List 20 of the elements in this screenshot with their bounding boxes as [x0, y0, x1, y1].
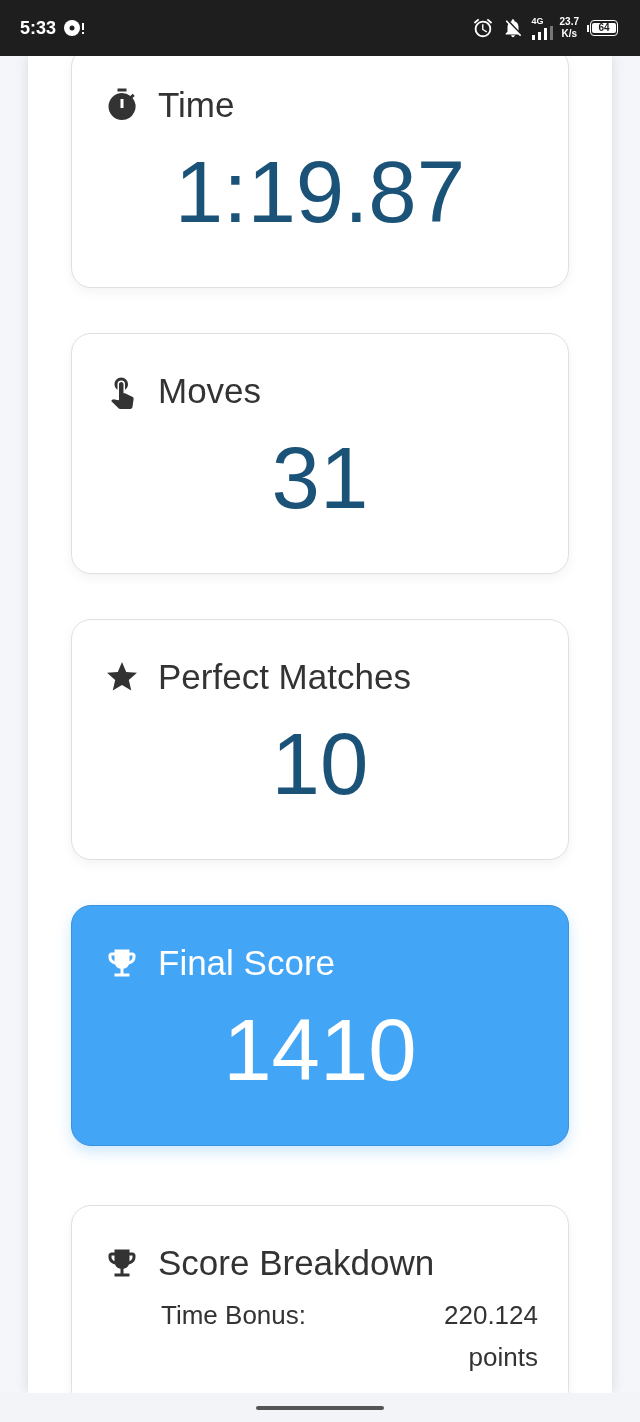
speed-unit: K/s: [561, 28, 578, 40]
stat-value: 10: [271, 714, 369, 814]
home-indicator[interactable]: [256, 1405, 384, 1410]
stat-value: 1:19.87: [174, 142, 466, 242]
stat-title: Time: [158, 84, 235, 126]
stat-title: Perfect Matches: [158, 656, 411, 698]
stat-value: 31: [271, 428, 369, 528]
speed-value: 23.7: [559, 16, 579, 28]
battery-percent: 64: [592, 23, 616, 33]
network-type: 4G: [531, 16, 544, 26]
breakdown-value: 220.124 points: [443, 1299, 538, 1374]
clock-time: 5:33: [20, 19, 57, 37]
stat-value: 1410: [223, 1000, 417, 1100]
stat-title: Moves: [158, 370, 262, 412]
stat-title: Final Score: [158, 942, 336, 984]
breakdown-label: Time Bonus:: [161, 1299, 306, 1332]
signal-icon: [531, 25, 554, 40]
alarm-icon: [471, 17, 494, 39]
disc-icon: [63, 19, 86, 37]
breakdown-title: Score Breakdown: [158, 1242, 435, 1284]
